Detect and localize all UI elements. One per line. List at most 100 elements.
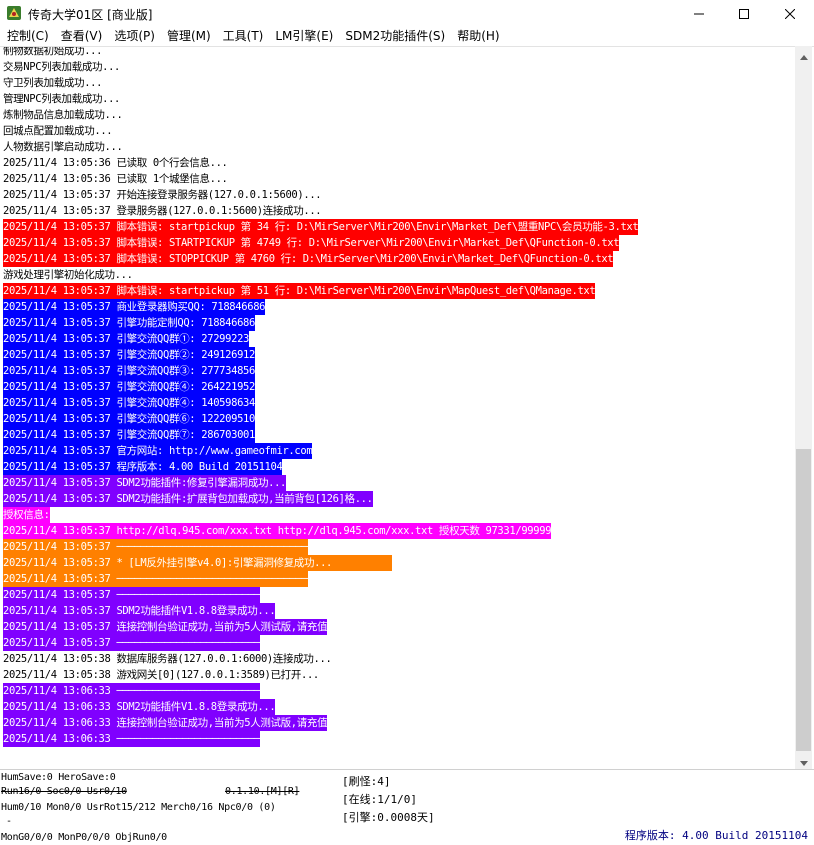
log-line: 2025/11/4 13:05:37 引擎功能定制QQ: 718846686 xyxy=(3,315,793,331)
log-line: 2025/11/4 13:05:37 引擎交流QQ群④: 264221952 xyxy=(3,379,793,395)
log-line-text: 授权信息: xyxy=(3,507,50,523)
log-line-text: 游戏处理引擎初始化成功... xyxy=(3,269,133,281)
log-line: 2025/11/4 13:05:37 ─────────────────────… xyxy=(3,635,793,651)
log-line-text: 2025/11/4 13:06:33 连接控制台验证成功,当前为5人测试版,请充… xyxy=(3,715,328,731)
log-line-text: 2025/11/4 13:05:37 * [LM反外挂引擎v4.0]:引擎漏洞修… xyxy=(3,555,392,571)
log-line-text: 2025/11/4 13:05:37 开始连接登录服务器(127.0.0.1:5… xyxy=(3,189,322,201)
log-line-text: 2025/11/4 13:05:38 游戏网关[0](127.0.0.1:358… xyxy=(3,669,319,681)
log-line: 2025/11/4 13:05:37 脚本错误: startpickup 第 3… xyxy=(3,219,793,235)
log-line-text: 2025/11/4 13:05:37 引擎交流QQ群⑦: 286703001 xyxy=(3,427,255,443)
log-line: 2025/11/4 13:05:38 数据库服务器(127.0.0.1:6000… xyxy=(3,651,793,667)
log-line: 制物数据初始成功... xyxy=(3,47,793,59)
log-line-text: 2025/11/4 13:05:37 引擎交流QQ群①: 27299223 xyxy=(3,331,250,347)
log-line: 2025/11/4 13:05:37 引擎交流QQ群③: 277734856 xyxy=(3,363,793,379)
menu-tools[interactable]: 工具(T) xyxy=(217,27,270,46)
vertical-scrollbar[interactable] xyxy=(795,46,812,769)
menu-control[interactable]: 控制(C) xyxy=(1,27,55,46)
menu-manage[interactable]: 管理(M) xyxy=(161,27,217,46)
menu-view[interactable]: 查看(V) xyxy=(55,27,109,46)
log-line-text: 2025/11/4 13:05:37 SDM2功能插件:扩展背包加载成功,当前背… xyxy=(3,491,373,507)
log-line: 2025/11/4 13:06:33 连接控制台验证成功,当前为5人测试版,请充… xyxy=(3,715,793,731)
log-line-text: 2025/11/4 13:05:37 官方网站: http://www.game… xyxy=(3,443,313,459)
log-line: 2025/11/4 13:05:37 连接控制台验证成功,当前为5人测试版,请充… xyxy=(3,619,793,635)
scroll-up-button[interactable] xyxy=(795,46,812,63)
log-line: 2025/11/4 13:05:37 脚本错误: startpickup 第 5… xyxy=(3,283,793,299)
log-line: 2025/11/4 13:05:36 已读取 1个城堡信息... xyxy=(3,171,793,187)
log-line: 2025/11/4 13:05:37 引擎交流QQ群②: 249126912 xyxy=(3,347,793,363)
log-line-text: 2025/11/4 13:05:37 脚本错误: STARTPICKUP 第 4… xyxy=(3,235,620,251)
log-line: 2025/11/4 13:06:33 SDM2功能插件V1.8.8登录成功... xyxy=(3,699,793,715)
log-line: 2025/11/4 13:05:37 引擎交流QQ群④: 140598634 xyxy=(3,395,793,411)
title-bar[interactable]: 传奇大学01区 [商业版] xyxy=(0,0,814,28)
online-count: [在线:1/1/0] xyxy=(342,793,417,806)
log-line-text: 2025/11/4 13:05:36 已读取 1个城堡信息... xyxy=(3,173,228,185)
log-line-text: 2025/11/4 13:05:37 引擎交流QQ群②: 249126912 xyxy=(3,347,255,363)
mon-info: MonG0/0/0 MonP0/0/0 ObjRun0/0 xyxy=(1,832,167,843)
log-line-text: 2025/11/4 13:05:37 ─────────────────────… xyxy=(3,635,260,651)
log-line: 游戏处理引擎初始化成功... xyxy=(3,267,793,283)
log-lines: 制物数据初始成功... 交易NPC列表加载成功... 守卫列表加载成功... 管理NP… xyxy=(3,47,793,747)
log-line-text: 2025/11/4 13:06:33 ─────────────────────… xyxy=(3,683,260,699)
log-line: 人物数据引擎启动成功... xyxy=(3,139,793,155)
log-line: 2025/11/4 13:05:37 引擎交流QQ群①: 27299223 xyxy=(3,331,793,347)
log-line-text: 2025/11/4 13:05:37 脚本错误: startpickup 第 3… xyxy=(3,219,639,235)
scroll-down-arrow-icon xyxy=(799,751,808,770)
log-line-text: 2025/11/4 13:05:37 ─────────────────────… xyxy=(3,571,308,587)
refresh-monster-count: [刷怪:4] xyxy=(342,775,391,788)
minimize-button[interactable] xyxy=(676,0,722,28)
log-line-text: 2025/11/4 13:05:37 引擎交流QQ群④: 264221952 xyxy=(3,379,255,395)
maximize-icon xyxy=(739,9,749,19)
log-line-text: 回城点配置加载成功... xyxy=(3,125,113,137)
log-line: 管理NPC列表加载成功... xyxy=(3,91,793,107)
dash: - xyxy=(6,816,12,827)
menu-bar: 控制(C) 查看(V) 选项(P) 管理(M) 工具(T) LM引擎(E) SD… xyxy=(0,27,814,46)
log-line: 2025/11/4 13:05:38 游戏网关[0](127.0.0.1:358… xyxy=(3,667,793,683)
program-version: 程序版本: 4.00 Build 20151104 xyxy=(624,829,808,842)
maximize-button[interactable] xyxy=(721,0,767,28)
log-line: 回城点配置加载成功... xyxy=(3,123,793,139)
log-line-text: 2025/11/4 13:05:37 连接控制台验证成功,当前为5人测试版,请充… xyxy=(3,619,328,635)
scroll-thumb[interactable] xyxy=(796,449,811,751)
menu-help[interactable]: 帮助(H) xyxy=(451,27,505,46)
log-line: 2025/11/4 13:05:37 ─────────────────────… xyxy=(3,539,793,555)
log-line-text: 2025/11/4 13:05:36 已读取 0个行会信息... xyxy=(3,157,228,169)
log-line: 2025/11/4 13:05:37 开始连接登录服务器(127.0.0.1:5… xyxy=(3,187,793,203)
run-info: Run16/0 Soc0/0 Usr0/10 xyxy=(1,786,127,797)
log-line: 2025/11/4 13:05:37 程序版本: 4.00 Build 2015… xyxy=(3,459,793,475)
scroll-up-arrow-icon xyxy=(799,45,808,64)
menu-sdm2-plugin[interactable]: SDM2功能插件(S) xyxy=(339,27,451,46)
window-title: 传奇大学01区 [商业版] xyxy=(28,8,153,22)
log-line: 2025/11/4 13:05:37 ─────────────────────… xyxy=(3,571,793,587)
log-line: 2025/11/4 13:05:36 已读取 0个行会信息... xyxy=(3,155,793,171)
log-line-text: 2025/11/4 13:05:37 引擎交流QQ群③: 277734856 xyxy=(3,363,255,379)
scroll-down-button[interactable] xyxy=(795,752,812,769)
log-view[interactable]: 制物数据初始成功... 交易NPC列表加载成功... 守卫列表加载成功... 管理NP… xyxy=(0,46,814,769)
log-line-text: 交易NPC列表加载成功... xyxy=(3,61,121,73)
log-line: 交易NPC列表加载成功... xyxy=(3,59,793,75)
close-button[interactable] xyxy=(767,0,813,28)
log-line-text: 人物数据引擎启动成功... xyxy=(3,141,123,153)
log-line-text: 2025/11/4 13:05:37 ─────────────────────… xyxy=(3,539,308,555)
log-line: 授权信息: xyxy=(3,507,793,523)
log-line: 2025/11/4 13:05:37 http://dlq.945.com/xx… xyxy=(3,523,793,539)
engine-days: [引擎:0.0008天] xyxy=(342,811,435,824)
log-line-text: 2025/11/4 13:05:37 引擎交流QQ群⑥: 122209510 xyxy=(3,411,255,427)
log-line-text: 2025/11/4 13:05:37 脚本错误: startpickup 第 5… xyxy=(3,283,596,299)
log-line-text: 2025/11/4 13:05:37 商业登录器购买QQ: 718846686 xyxy=(3,299,266,315)
log-line: 2025/11/4 13:05:37 脚本错误: STARTPICKUP 第 4… xyxy=(3,235,793,251)
minimize-icon xyxy=(694,9,704,19)
log-line: 2025/11/4 13:05:37 引擎交流QQ群⑦: 286703001 xyxy=(3,427,793,443)
log-line-text: 2025/11/4 13:06:33 ─────────────────────… xyxy=(3,731,260,747)
map-info: 0.1.10.[M][R] xyxy=(225,786,300,797)
log-line-text: 2025/11/4 13:05:37 ─────────────────────… xyxy=(3,587,260,603)
close-icon xyxy=(785,9,795,19)
log-line: 2025/11/4 13:06:33 ─────────────────────… xyxy=(3,683,793,699)
menu-options[interactable]: 选项(P) xyxy=(108,27,161,46)
log-line-text: 2025/11/4 13:05:37 SDM2功能插件V1.8.8登录成功... xyxy=(3,603,276,619)
log-line: 2025/11/4 13:05:37 ─────────────────────… xyxy=(3,587,793,603)
game-server-app-icon xyxy=(6,5,22,21)
log-line-text: 2025/11/4 13:05:37 程序版本: 4.00 Build 2015… xyxy=(3,459,283,475)
log-line: 2025/11/4 13:06:33 ─────────────────────… xyxy=(3,731,793,747)
status-panel: HumSave:0 HeroSave:0 Run16/0 Soc0/0 Usr0… xyxy=(0,769,814,845)
menu-lm-engine[interactable]: LM引擎(E) xyxy=(269,27,339,46)
